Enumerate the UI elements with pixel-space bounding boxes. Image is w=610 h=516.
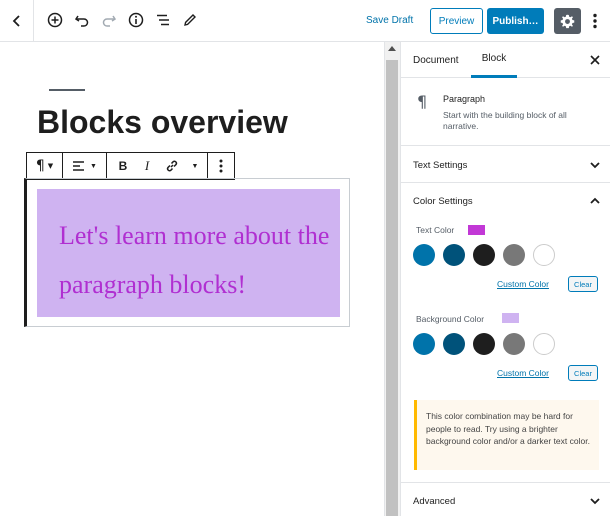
text-color-label: Text Color bbox=[416, 225, 455, 235]
background-color-swatch-blue[interactable] bbox=[413, 333, 435, 355]
text-color-swatch-gray[interactable] bbox=[503, 244, 525, 266]
close-sidebar-button[interactable] bbox=[588, 53, 602, 67]
italic-icon: I bbox=[144, 158, 150, 173]
outline-button[interactable] bbox=[154, 11, 172, 29]
background-color-swatch-white[interactable] bbox=[533, 333, 555, 355]
text-color-indicator bbox=[468, 225, 485, 235]
info-button[interactable] bbox=[127, 11, 145, 29]
block-description: Start with the building block of all nar… bbox=[443, 110, 567, 131]
preview-button[interactable]: Preview bbox=[430, 8, 483, 34]
save-draft-button[interactable]: Save Draft bbox=[366, 15, 413, 26]
caret-down-icon: ▼ bbox=[191, 162, 199, 170]
color-settings-panel[interactable]: Color Settings bbox=[401, 183, 610, 219]
formatting-group: B I ▼ bbox=[107, 153, 208, 179]
paragraph-text[interactable]: Let's learn more about the paragraph blo… bbox=[59, 211, 340, 309]
background-custom-color-link[interactable]: Custom Color bbox=[497, 368, 549, 378]
chevron-down-icon bbox=[590, 498, 600, 505]
text-custom-color-link[interactable]: Custom Color bbox=[497, 279, 549, 289]
tab-document[interactable]: Document bbox=[413, 42, 459, 78]
add-block-button[interactable] bbox=[46, 11, 64, 29]
bold-button[interactable]: B bbox=[111, 153, 135, 179]
text-settings-title: Text Settings bbox=[413, 160, 468, 171]
text-color-swatch-white[interactable] bbox=[533, 244, 555, 266]
paragraph-icon: ¶ bbox=[417, 92, 428, 111]
block-options-button[interactable] bbox=[208, 153, 234, 179]
pilcrow-icon: ¶ bbox=[35, 158, 45, 174]
tab-block[interactable]: Block bbox=[471, 42, 517, 78]
background-color-clear-button[interactable]: Clear bbox=[568, 365, 598, 381]
chevron-left-icon bbox=[12, 14, 20, 27]
color-settings-title: Color Settings bbox=[413, 196, 473, 207]
info-icon bbox=[128, 12, 144, 28]
align-button[interactable]: ▼ bbox=[63, 153, 106, 179]
list-outline-icon bbox=[157, 14, 169, 26]
background-color-swatch-gray[interactable] bbox=[503, 333, 525, 355]
more-formatting-button[interactable]: ▼ bbox=[184, 153, 206, 179]
back-button[interactable] bbox=[0, 0, 34, 41]
text-color-clear-button[interactable]: Clear bbox=[568, 276, 598, 292]
scrollbar-thumb[interactable] bbox=[386, 60, 398, 516]
close-icon bbox=[590, 55, 600, 65]
redo-button[interactable] bbox=[100, 11, 118, 29]
block-switcher-group: ¶ ▼ bbox=[27, 153, 63, 179]
paragraph-block[interactable]: Let's learn more about the paragraph blo… bbox=[37, 189, 340, 317]
link-button[interactable] bbox=[159, 153, 184, 179]
text-color-swatch-dark-blue[interactable] bbox=[443, 244, 465, 266]
background-color-swatch-black[interactable] bbox=[473, 333, 495, 355]
block-toolbar: ¶ ▼ ▼ B I ▼ bbox=[26, 152, 235, 180]
chevron-down-icon bbox=[590, 162, 600, 169]
title-separator bbox=[49, 89, 85, 91]
sidebar-tabs: Document Block bbox=[401, 42, 610, 78]
settings-button[interactable] bbox=[554, 8, 581, 34]
publish-button[interactable]: Publish… bbox=[487, 8, 544, 34]
background-color-label: Background Color bbox=[416, 314, 485, 324]
more-vertical-icon bbox=[219, 159, 223, 173]
undo-button[interactable] bbox=[73, 11, 91, 29]
link-icon bbox=[166, 160, 177, 172]
more-options-button[interactable] bbox=[586, 10, 604, 32]
caret-down-icon: ▼ bbox=[47, 162, 54, 170]
advanced-panel[interactable]: Advanced bbox=[401, 482, 610, 516]
advanced-title: Advanced bbox=[413, 496, 456, 507]
background-color-indicator bbox=[502, 313, 519, 323]
background-color-swatch-dark-blue[interactable] bbox=[443, 333, 465, 355]
editor-header: Save Draft Preview Publish… bbox=[0, 0, 610, 42]
more-vertical-icon bbox=[593, 13, 597, 29]
post-title[interactable]: Blocks overview bbox=[37, 104, 288, 141]
bold-icon: B bbox=[118, 159, 128, 173]
text-settings-panel[interactable]: Text Settings bbox=[401, 147, 610, 183]
text-color-swatch-blue[interactable] bbox=[413, 244, 435, 266]
redo-icon bbox=[102, 15, 117, 27]
more-group bbox=[208, 153, 234, 179]
block-name: Paragraph bbox=[443, 94, 486, 104]
plus-circle-icon bbox=[47, 12, 63, 28]
settings-sidebar: Document Block ¶ Paragraph Start with th… bbox=[400, 42, 610, 516]
edit-mode-button[interactable] bbox=[181, 11, 199, 29]
undo-icon bbox=[74, 15, 89, 27]
gear-icon bbox=[560, 14, 575, 28]
chevron-up-icon bbox=[590, 197, 600, 204]
scroll-up-arrow-icon[interactable] bbox=[388, 46, 396, 51]
contrast-warning-notice: This color combination may be hard for p… bbox=[414, 400, 599, 470]
pencil-icon bbox=[184, 14, 196, 26]
align-left-icon bbox=[73, 161, 85, 171]
italic-button[interactable]: I bbox=[135, 153, 159, 179]
caret-down-icon: ▼ bbox=[90, 162, 97, 170]
block-card: ¶ Paragraph Start with the building bloc… bbox=[401, 78, 610, 146]
text-color-swatch-black[interactable] bbox=[473, 244, 495, 266]
block-switcher-button[interactable]: ¶ ▼ bbox=[27, 153, 62, 179]
alignment-group: ▼ bbox=[63, 153, 107, 179]
